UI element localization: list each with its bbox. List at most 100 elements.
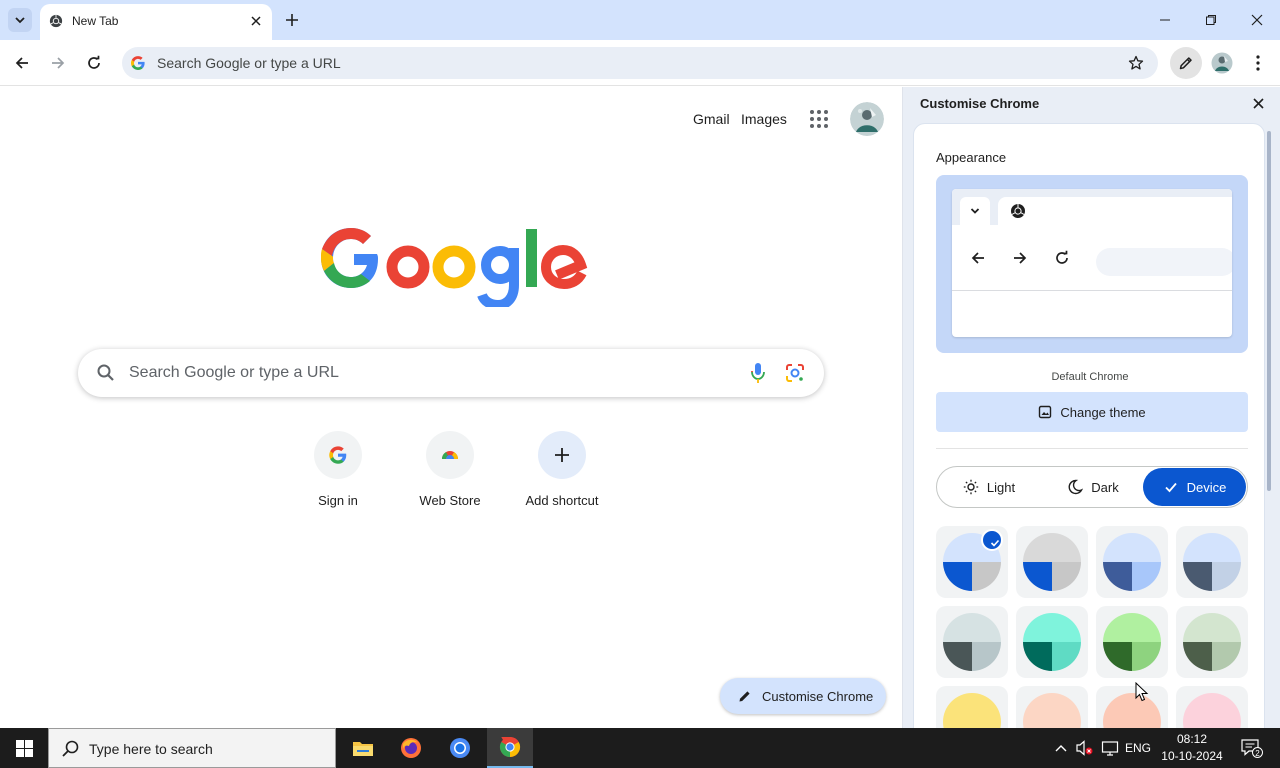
- close-icon: [251, 16, 261, 26]
- chrome-icon: [49, 14, 63, 28]
- star-icon: [1128, 55, 1144, 70]
- pencil-icon: [739, 691, 750, 702]
- color-swatch[interactable]: [936, 526, 1008, 598]
- chevron-down-icon: [15, 17, 25, 24]
- new-tab-button[interactable]: [280, 8, 304, 32]
- taskbar-search-box[interactable]: Type here to search: [48, 728, 336, 768]
- chevron-down-icon: [970, 208, 980, 214]
- tab-new-tab[interactable]: New Tab: [40, 4, 272, 40]
- mode-dark-option[interactable]: Dark: [1041, 467, 1145, 507]
- reload-icon: [1056, 250, 1068, 264]
- color-swatch[interactable]: [936, 606, 1008, 678]
- forward-button[interactable]: [44, 49, 72, 77]
- arrow-left-icon: [971, 252, 984, 264]
- browser-toolbar: Search Google or type a URL: [0, 40, 1280, 86]
- volume-button[interactable]: [1074, 728, 1096, 768]
- clock-date: 10-10-2024: [1161, 749, 1223, 763]
- shortcut-label: Web Store: [419, 493, 481, 508]
- taskbar-chromium[interactable]: [437, 728, 483, 768]
- color-swatch[interactable]: [1176, 686, 1248, 728]
- network-button[interactable]: [1098, 728, 1122, 768]
- color-swatch[interactable]: [1176, 606, 1248, 678]
- apps-grid-icon: [810, 110, 814, 114]
- language-indicator[interactable]: ENG: [1124, 728, 1152, 768]
- sun-icon: [963, 479, 979, 495]
- arrow-right-icon: [52, 57, 65, 69]
- swatch-circle: [1103, 613, 1161, 671]
- color-swatch[interactable]: [1096, 686, 1168, 728]
- color-swatch[interactable]: [1016, 606, 1088, 678]
- new-tab-page: Gmail Images Search Google or type a URL: [0, 87, 902, 728]
- google-apps-button[interactable]: [806, 106, 832, 132]
- customise-chrome-toolbar-button[interactable]: [1170, 47, 1202, 79]
- windows-logo-icon: [15, 739, 33, 757]
- microphone-icon[interactable]: [748, 361, 768, 385]
- chrome-menu-button[interactable]: [1244, 49, 1272, 77]
- tab-search-button[interactable]: [8, 8, 32, 32]
- color-swatch[interactable]: [1016, 686, 1088, 728]
- color-mode-toggle: Light Dark Device: [936, 466, 1248, 508]
- tab-strip: New Tab: [0, 0, 1280, 40]
- images-link[interactable]: Images: [741, 111, 787, 127]
- color-swatch[interactable]: [1096, 526, 1168, 598]
- reload-icon: [88, 55, 100, 69]
- color-swatch[interactable]: [936, 686, 1008, 728]
- gmail-link[interactable]: Gmail: [693, 111, 730, 127]
- back-button[interactable]: [8, 49, 36, 77]
- search-icon: [62, 740, 79, 757]
- side-panel-scrollbar[interactable]: [1267, 131, 1271, 491]
- swatch-circle: [943, 613, 1001, 671]
- ntp-search-placeholder: Search Google or type a URL: [129, 364, 339, 381]
- start-button[interactable]: [0, 728, 48, 768]
- taskbar-chrome[interactable]: [487, 728, 533, 768]
- mode-device-option[interactable]: Device: [1143, 468, 1246, 506]
- theme-name: Default Chrome: [1051, 371, 1129, 383]
- show-hidden-icons-button[interactable]: [1052, 728, 1070, 768]
- taskbar-firefox[interactable]: [388, 728, 434, 768]
- theme-preview: [936, 175, 1248, 353]
- swatch-circle: [1183, 533, 1241, 591]
- google-logo: [321, 228, 588, 307]
- profile-button[interactable]: [1208, 49, 1236, 77]
- action-center-button[interactable]: 2: [1232, 728, 1272, 768]
- window-close-button[interactable]: [1234, 0, 1280, 40]
- change-theme-button[interactable]: Change theme: [936, 392, 1248, 432]
- close-icon: [1251, 14, 1263, 26]
- color-swatch[interactable]: [1096, 606, 1168, 678]
- mode-device-label: Device: [1186, 479, 1227, 495]
- shortcut-sign-in[interactable]: Sign in: [282, 429, 394, 519]
- reload-button[interactable]: [80, 49, 108, 77]
- chrome-icon: [1011, 204, 1025, 218]
- ntp-search-box[interactable]: Search Google or type a URL: [78, 349, 824, 397]
- side-panel-title: Customise Chrome: [920, 96, 1040, 111]
- network-icon: [1101, 741, 1119, 756]
- mode-light-option[interactable]: Light: [937, 467, 1041, 507]
- minimize-button[interactable]: [1142, 0, 1188, 40]
- notification-icon: 2: [1241, 739, 1263, 758]
- shortcut-web-store[interactable]: Web Store: [394, 429, 506, 519]
- swatch-circle: [1103, 533, 1161, 591]
- image-icon: [1039, 405, 1052, 419]
- swatch-circle: [1183, 693, 1241, 728]
- chrome-icon: [499, 736, 521, 758]
- side-panel-close-button[interactable]: [1249, 94, 1267, 112]
- swatch-circle: [943, 693, 1001, 728]
- search-icon: [97, 364, 114, 381]
- bookmark-button[interactable]: [1126, 53, 1146, 73]
- customise-chrome-button[interactable]: Customise Chrome: [720, 678, 886, 714]
- account-avatar[interactable]: [850, 102, 884, 136]
- tab-close-button[interactable]: [248, 13, 264, 29]
- shortcut-add[interactable]: Add shortcut: [506, 429, 618, 519]
- omnibox[interactable]: Search Google or type a URL: [122, 47, 1158, 79]
- chevron-up-icon: [1055, 745, 1067, 752]
- chromium-icon: [450, 738, 470, 758]
- google-g-icon: [131, 56, 145, 70]
- google-lens-icon[interactable]: [784, 362, 806, 384]
- shortcut-label: Add shortcut: [525, 493, 599, 508]
- shortcut-label: Sign in: [318, 493, 358, 508]
- restore-button[interactable]: [1188, 0, 1234, 40]
- taskbar-file-explorer[interactable]: [340, 728, 386, 768]
- color-swatch[interactable]: [1176, 526, 1248, 598]
- taskbar-clock[interactable]: 08:12 10-10-2024: [1160, 731, 1224, 765]
- color-swatch[interactable]: [1016, 526, 1088, 598]
